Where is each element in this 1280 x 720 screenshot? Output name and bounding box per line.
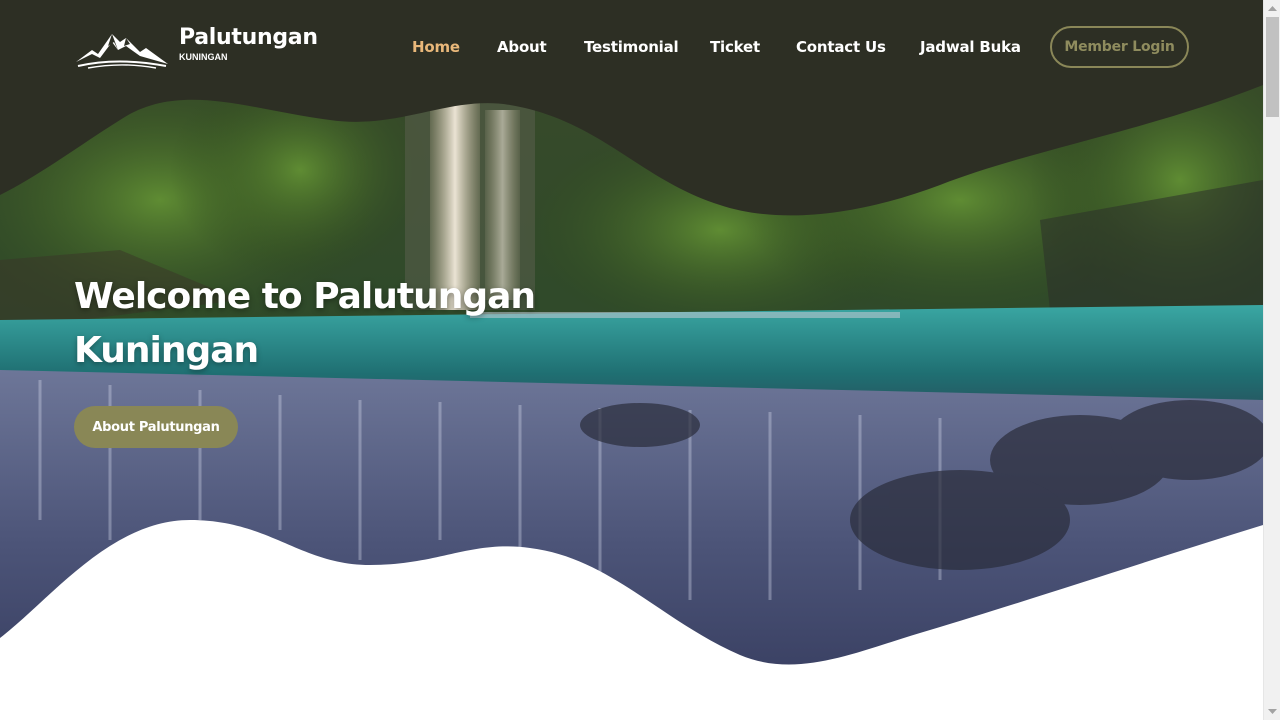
nav-link-testimonial[interactable]: Testimonial (584, 36, 679, 58)
brand-subtitle: KUNINGAN (179, 52, 228, 62)
page: Palutungan KUNINGAN Home About Testimoni… (0, 0, 1263, 720)
nav-link-jadwal-buka[interactable]: Jadwal Buka (920, 36, 1021, 58)
scrollbar-thumb[interactable] (1266, 17, 1279, 117)
nav-link-contact-us[interactable]: Contact Us (796, 36, 886, 58)
about-palutungan-button[interactable]: About Palutungan (74, 406, 238, 448)
nav-link-home[interactable]: Home (412, 36, 460, 58)
hero-title-line-1: Welcome to Palutungan (74, 276, 536, 317)
nav-link-ticket[interactable]: Ticket (710, 36, 760, 58)
mountain-logo-icon (76, 34, 168, 69)
brand-text: Palutungan KUNINGAN (179, 24, 318, 62)
navbar: Palutungan KUNINGAN Home About Testimoni… (0, 0, 1263, 94)
hero-title-line-2: Kuningan (74, 330, 259, 371)
vertical-scrollbar[interactable] (1263, 0, 1280, 720)
brand-logo[interactable]: Palutungan KUNINGAN (74, 24, 318, 70)
scroll-down-arrow-icon[interactable] (1264, 703, 1280, 720)
nav-link-about[interactable]: About (497, 36, 547, 58)
brand-title: Palutungan (179, 25, 318, 50)
member-login-button[interactable]: Member Login (1050, 26, 1189, 68)
scroll-up-arrow-icon[interactable] (1264, 0, 1280, 17)
hero-heading: Welcome to Palutungan Kuningan (74, 270, 536, 378)
